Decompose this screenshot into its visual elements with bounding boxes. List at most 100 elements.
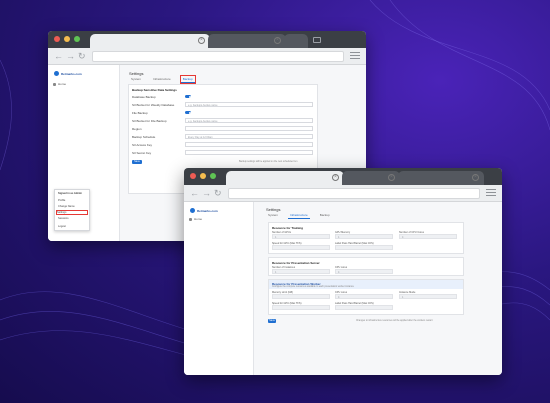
- sidebar: Retmarks.com Home: [184, 202, 254, 375]
- browser-menu-icon[interactable]: [350, 52, 360, 61]
- back-icon[interactable]: ←: [190, 188, 199, 199]
- row-label: Backup Schedule: [132, 135, 156, 139]
- secret-key-input[interactable]: [185, 150, 313, 155]
- url-input[interactable]: [92, 51, 344, 62]
- gpu-count-input[interactable]: 1: [272, 234, 330, 239]
- row-label: S3 Access Key: [132, 143, 153, 147]
- access-key-input[interactable]: [185, 142, 313, 147]
- user-menu-popup: Signed in as Admin Profile Change Name S…: [54, 189, 90, 231]
- forward-icon[interactable]: →: [202, 188, 211, 199]
- maximize-window-icon[interactable]: [210, 173, 216, 179]
- section-title: Resource for Training: [272, 226, 304, 230]
- field-value: 1: [275, 270, 277, 274]
- db-bucket-input[interactable]: e.g. backups-bucket-name: [185, 102, 313, 107]
- browser-tab[interactable]: ×: [208, 34, 286, 48]
- tab-backup[interactable]: Backup: [179, 75, 196, 84]
- field-value: 4: [338, 295, 340, 299]
- logo-icon: [190, 208, 195, 213]
- region-input[interactable]: [185, 126, 313, 131]
- sidebar: Retmarks.com Home Signed in as Admin Pro…: [48, 65, 120, 241]
- worker-cpu-input[interactable]: 4: [335, 294, 393, 299]
- worker-gpu-speed-input[interactable]: [272, 305, 330, 310]
- backup-schedule-input[interactable]: Every Day at 12:00am: [185, 134, 313, 139]
- memory-limit-input[interactable]: [272, 294, 330, 299]
- row-label: S3 Bucket for File Backup: [132, 119, 167, 123]
- sidebar-item-home[interactable]: Home: [189, 217, 202, 221]
- sidebar-item-label: Home: [58, 82, 67, 86]
- close-tab-icon[interactable]: ×: [472, 174, 479, 181]
- gpu-speed-input[interactable]: [272, 245, 330, 250]
- browser-tabbar: × × ×: [184, 168, 502, 185]
- brand-name: Retmarks.com: [61, 71, 82, 76]
- browser-tab-active[interactable]: ×: [90, 34, 210, 48]
- logo-icon: [54, 71, 59, 76]
- app-content: Retmarks.com Home Settings System Infras…: [184, 202, 502, 375]
- file-bucket-input[interactable]: e.g. backups-bucket-name: [185, 118, 313, 123]
- instance-mode-input[interactable]: 1: [399, 294, 457, 299]
- menu-item-change-name[interactable]: Change Name: [58, 205, 75, 208]
- instances-input[interactable]: 1: [272, 269, 330, 274]
- forward-icon[interactable]: →: [66, 51, 75, 62]
- browser-menu-icon[interactable]: [486, 189, 496, 198]
- section-description: Configure the compute resources availabl…: [272, 286, 354, 288]
- address-bar: ← → ↻: [184, 185, 502, 202]
- browser-tab[interactable]: ×: [398, 171, 484, 185]
- row-label: Database Backup: [132, 95, 156, 99]
- tab-system[interactable]: System: [266, 212, 280, 219]
- menu-item-profile[interactable]: Profile: [58, 199, 65, 202]
- menu-item-logout[interactable]: Logout: [58, 225, 66, 228]
- field-value: 1: [338, 235, 340, 239]
- new-tab-icon[interactable]: [313, 37, 321, 43]
- row-label: File Backup: [132, 111, 148, 115]
- menu-item-sessions[interactable]: Sessions: [58, 217, 69, 220]
- minimize-window-icon[interactable]: [64, 36, 70, 42]
- gpu-memory-input[interactable]: 1: [335, 234, 393, 239]
- cpu-cores-input[interactable]: 4: [399, 234, 457, 239]
- worker-label-pass-input[interactable]: [335, 305, 393, 310]
- back-icon[interactable]: ←: [54, 51, 63, 62]
- app-logo[interactable]: Retmarks.com: [190, 208, 218, 213]
- label-pass-input[interactable]: [335, 245, 393, 250]
- browser-tab[interactable]: [284, 34, 308, 48]
- settings-tabs: System Infrastructure Backup: [129, 75, 196, 84]
- close-tab-icon[interactable]: ×: [198, 37, 205, 44]
- minimize-window-icon[interactable]: [200, 173, 206, 179]
- tab-infrastructure[interactable]: Infrastructure: [151, 76, 173, 83]
- main-panel: Settings System Infrastructure Backup Re…: [254, 202, 502, 375]
- save-button[interactable]: Save: [268, 319, 276, 323]
- brand-name: Retmarks.com: [197, 208, 218, 213]
- tab-infrastructure[interactable]: Infrastructure: [288, 212, 310, 219]
- close-window-icon[interactable]: [54, 36, 60, 42]
- url-input[interactable]: [228, 188, 480, 199]
- field-value: 4: [402, 235, 404, 239]
- row-label: S3 Bucket for Weekly Database: [132, 103, 175, 107]
- server-cpu-input[interactable]: 4: [335, 269, 393, 274]
- presentation-server-card: Resource for Presentation Server Number …: [268, 257, 464, 276]
- settings-tabs: System Infrastructure Backup: [266, 212, 332, 219]
- card-title: Backup Sensitive Data Settings: [132, 88, 177, 92]
- tab-backup[interactable]: Backup: [318, 212, 332, 219]
- browser-tab-active[interactable]: ×: [226, 171, 344, 185]
- maximize-window-icon[interactable]: [74, 36, 80, 42]
- tab-system[interactable]: System: [129, 76, 143, 83]
- close-tab-icon[interactable]: ×: [388, 174, 395, 181]
- row-label: S3 Secret Key: [132, 151, 152, 155]
- reload-icon[interactable]: ↻: [78, 51, 86, 62]
- save-hint: Changes to infrastructure resources will…: [356, 320, 433, 322]
- sidebar-item-home[interactable]: Home: [53, 82, 66, 86]
- sidebar-item-label: Home: [194, 217, 203, 221]
- section-title: Resource for Presentation Server: [272, 261, 320, 265]
- file-backup-toggle[interactable]: [185, 111, 191, 114]
- reload-icon[interactable]: ↻: [214, 188, 222, 199]
- app-logo[interactable]: Retmarks.com: [54, 71, 82, 76]
- home-icon: [53, 82, 56, 86]
- address-bar: ← → ↻: [48, 48, 366, 65]
- save-button[interactable]: Save: [132, 160, 142, 164]
- menu-item-settings[interactable]: Settings: [56, 210, 88, 215]
- close-tab-icon[interactable]: ×: [332, 174, 339, 181]
- close-window-icon[interactable]: [190, 173, 196, 179]
- save-hint: Backup settings will be applied on the n…: [239, 161, 298, 163]
- database-backup-toggle[interactable]: [185, 95, 191, 98]
- close-tab-icon[interactable]: ×: [274, 37, 281, 44]
- browser-tab[interactable]: ×: [342, 171, 400, 185]
